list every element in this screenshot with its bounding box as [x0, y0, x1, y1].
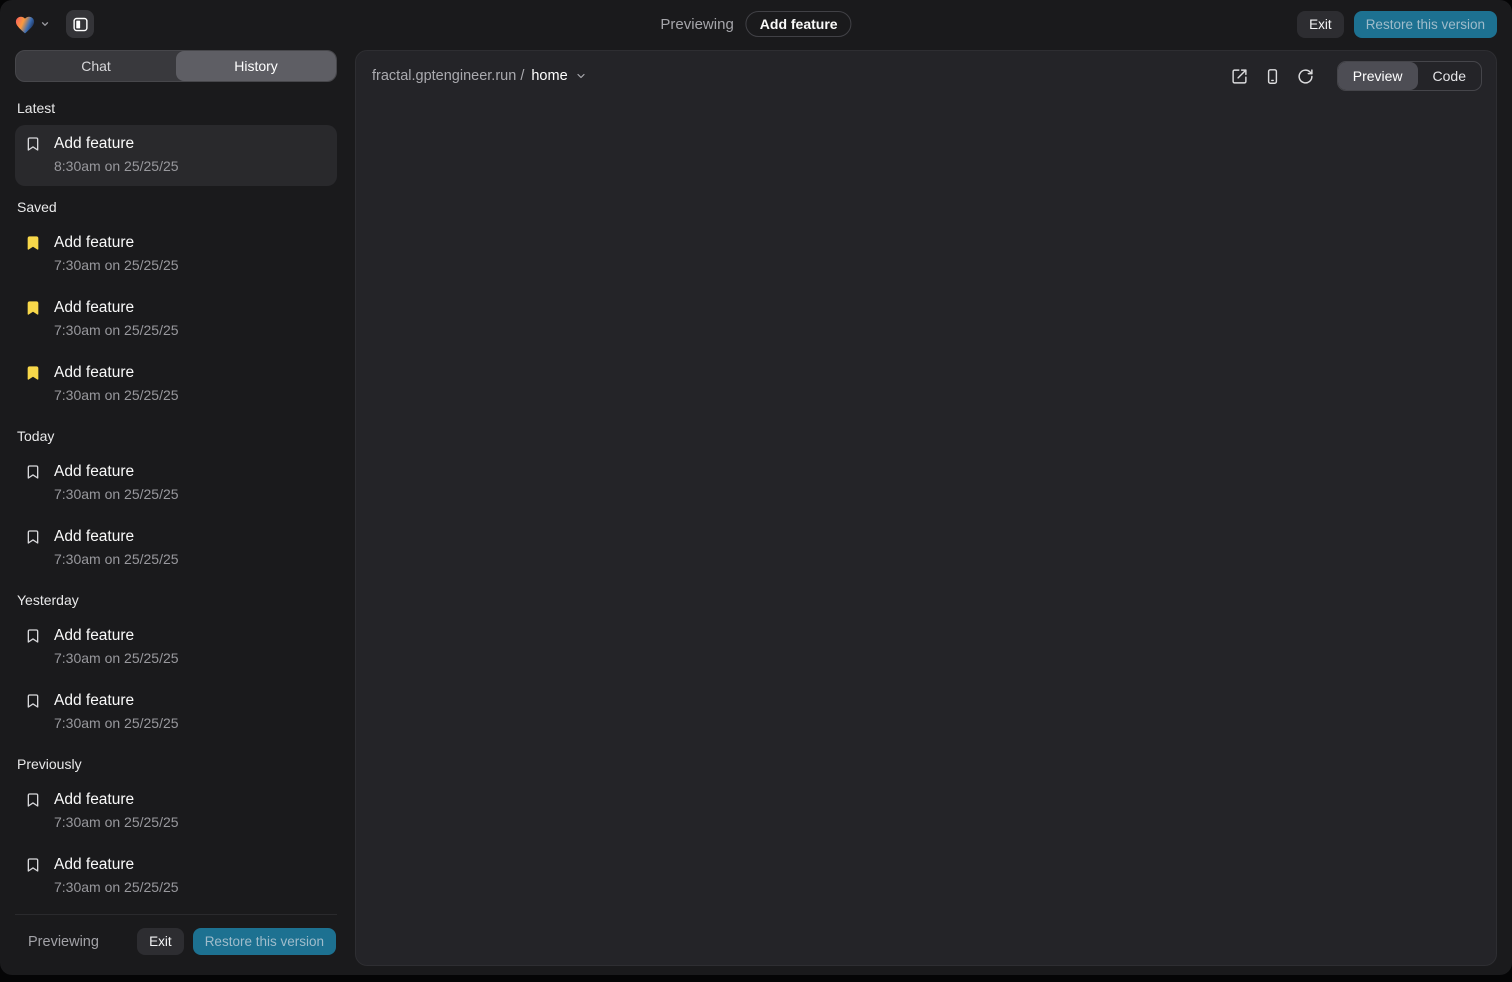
version-timestamp: 7:30am on 25/25/25: [54, 648, 179, 669]
history-section: Previously Add feature 7:30am on 25/25/2…: [15, 756, 337, 907]
topbar-left-group: [12, 10, 94, 38]
sidebar-tab-switcher: ChatHistory: [15, 50, 337, 82]
preview-actions: PreviewCode: [1226, 61, 1482, 91]
version-item[interactable]: Add feature 7:30am on 25/25/25: [15, 354, 337, 415]
open-in-new-window-button[interactable]: [1226, 62, 1254, 90]
version-timestamp: 7:30am on 25/25/25: [54, 255, 179, 276]
restore-version-button[interactable]: Restore this version: [1354, 11, 1497, 38]
version-item[interactable]: Add feature 7:30am on 25/25/25: [15, 224, 337, 285]
preview-url-selector[interactable]: fractal.gptengineer.run / home: [372, 68, 587, 84]
bookmark-icon: [25, 464, 41, 480]
section-heading: Saved: [15, 199, 337, 224]
topbar-center-group: Previewing Add feature: [660, 0, 851, 48]
version-timestamp: 7:30am on 25/25/25: [54, 713, 179, 734]
version-title: Add feature: [54, 133, 179, 155]
version-title: Add feature: [54, 854, 179, 876]
history-sidebar: ChatHistory Latest Add feature 8:30am on…: [15, 50, 337, 968]
version-timestamp: 7:30am on 25/25/25: [54, 877, 179, 898]
mobile-preview-button[interactable]: [1259, 62, 1287, 90]
bookmark-icon: [25, 235, 41, 251]
toggle-code[interactable]: Code: [1418, 62, 1481, 90]
bookmark-icon: [25, 529, 41, 545]
previewing-label: Previewing: [660, 16, 733, 33]
bookmark-icon: [25, 136, 41, 152]
version-item[interactable]: Add feature 7:30am on 25/25/25: [15, 453, 337, 514]
heart-logo-icon: [14, 14, 36, 34]
history-section: Latest Add feature 8:30am on 25/25/25: [15, 100, 337, 186]
version-item[interactable]: Add feature 7:30am on 25/25/25: [15, 682, 337, 743]
refresh-icon: [1297, 68, 1314, 85]
bookmark-icon: [25, 792, 41, 808]
version-title: Add feature: [54, 789, 179, 811]
history-section: Saved Add feature 7:30am on 25/25/25 Add…: [15, 199, 337, 415]
preview-panel: fractal.gptengineer.run / home: [355, 50, 1497, 966]
chevron-down-icon: [40, 19, 50, 29]
toggle-sidebar-button[interactable]: [66, 10, 94, 38]
bookmark-icon: [25, 693, 41, 709]
version-timestamp: 7:30am on 25/25/25: [54, 320, 179, 341]
chevron-down-icon: [575, 70, 587, 82]
toggle-preview[interactable]: Preview: [1338, 62, 1418, 90]
version-history-list: Latest Add feature 8:30am on 25/25/25 Sa…: [15, 100, 337, 914]
bookmark-icon: [25, 300, 41, 316]
version-item[interactable]: Add feature 7:30am on 25/25/25: [15, 846, 337, 907]
preview-panel-header: fractal.gptengineer.run / home: [356, 51, 1496, 101]
version-title: Add feature: [54, 526, 179, 548]
refresh-button[interactable]: [1292, 62, 1320, 90]
top-bar: Previewing Add feature Exit Restore this…: [0, 0, 1512, 48]
topbar-right-group: Exit Restore this version: [1297, 11, 1497, 38]
version-title: Add feature: [54, 232, 179, 254]
version-title: Add feature: [54, 297, 179, 319]
version-item[interactable]: Add feature 7:30am on 25/25/25: [15, 617, 337, 678]
version-title: Add feature: [54, 362, 179, 384]
version-item[interactable]: Add feature 7:30am on 25/25/25: [15, 518, 337, 579]
tab-chat[interactable]: Chat: [16, 51, 176, 81]
section-heading: Latest: [15, 100, 337, 125]
version-item[interactable]: Add feature 7:30am on 25/25/25: [15, 781, 337, 842]
url-page: home: [531, 68, 567, 84]
panel-left-icon: [72, 16, 89, 33]
section-heading: Previously: [15, 756, 337, 781]
bookmark-icon: [25, 628, 41, 644]
version-title: Add feature: [54, 461, 179, 483]
history-section: Yesterday Add feature 7:30am on 25/25/25…: [15, 592, 337, 743]
previewing-status-label: Previewing: [28, 934, 99, 950]
exit-button[interactable]: Exit: [1297, 11, 1344, 38]
url-domain: fractal.gptengineer.run /: [372, 68, 524, 84]
bookmark-icon: [25, 857, 41, 873]
tab-history[interactable]: History: [176, 51, 336, 81]
history-section: Today Add feature 7:30am on 25/25/25 Add…: [15, 428, 337, 579]
version-timestamp: 7:30am on 25/25/25: [54, 385, 179, 406]
sidebar-footer: Previewing Exit Restore this version: [15, 914, 337, 968]
mobile-preview-icon: [1264, 68, 1281, 85]
version-item[interactable]: Add feature 8:30am on 25/25/25: [15, 125, 337, 186]
lovable-logo-menu[interactable]: [12, 12, 52, 36]
version-title: Add feature: [54, 690, 179, 712]
preview-code-toggle: PreviewCode: [1337, 61, 1482, 91]
footer-restore-version-button[interactable]: Restore this version: [193, 928, 336, 955]
version-badge: Add feature: [746, 11, 852, 37]
version-timestamp: 7:30am on 25/25/25: [54, 484, 179, 505]
version-timestamp: 8:30am on 25/25/25: [54, 156, 179, 177]
app-window: Previewing Add feature Exit Restore this…: [0, 0, 1512, 975]
open-in-new-window-icon: [1231, 68, 1248, 85]
version-timestamp: 7:30am on 25/25/25: [54, 812, 179, 833]
section-heading: Yesterday: [15, 592, 337, 617]
version-title: Add feature: [54, 625, 179, 647]
footer-exit-button[interactable]: Exit: [137, 928, 184, 955]
version-timestamp: 7:30am on 25/25/25: [54, 549, 179, 570]
version-item[interactable]: Add feature 7:30am on 25/25/25: [15, 289, 337, 350]
bookmark-icon: [25, 365, 41, 381]
section-heading: Today: [15, 428, 337, 453]
